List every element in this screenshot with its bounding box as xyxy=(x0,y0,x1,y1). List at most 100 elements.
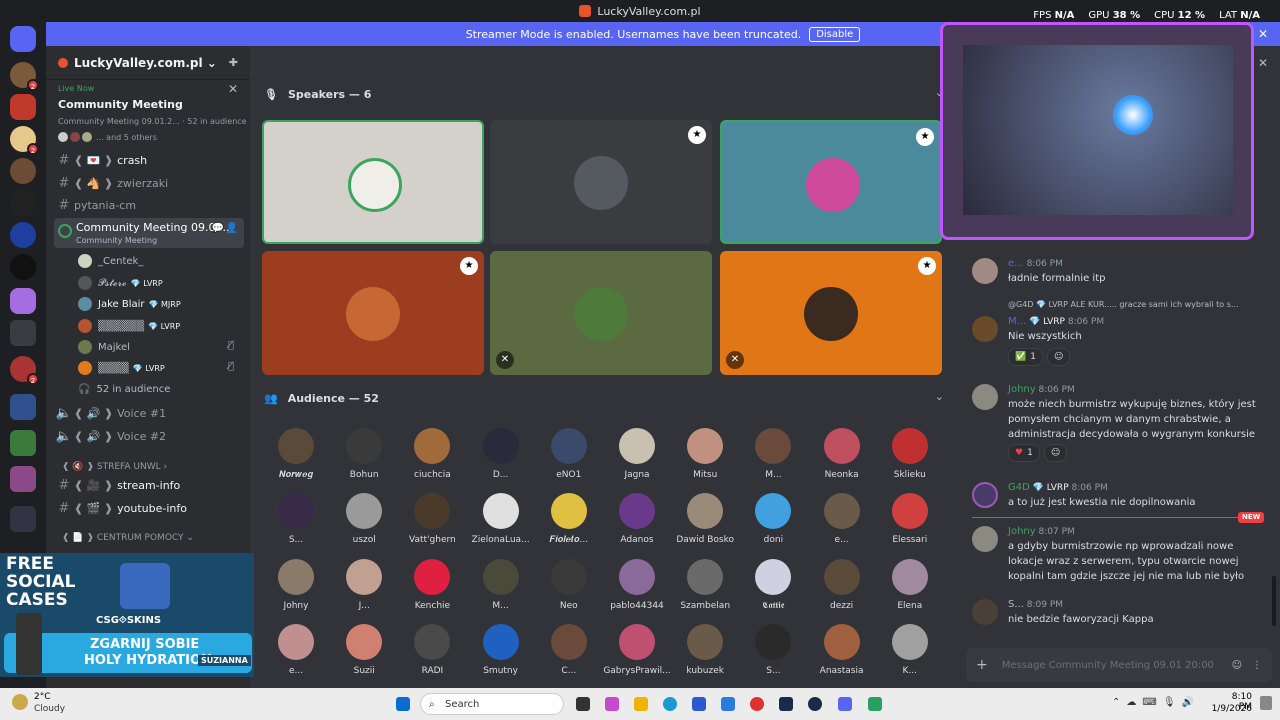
audience-member[interactable]: Jagna xyxy=(603,428,671,490)
channel-zwierzaki[interactable]: # ❰ 🐴 ❱ zwierzaki xyxy=(46,173,250,193)
audience-count-row[interactable]: 🎧 52 in audience xyxy=(78,380,170,398)
category-centrum-pomocy[interactable]: ❰ 📄 ❱ CENTRUM POMOCY ⌄ xyxy=(46,528,250,548)
speaker-tile[interactable] xyxy=(262,120,484,244)
opera-icon[interactable] xyxy=(750,697,764,711)
audience-member[interactable]: ciuchcia xyxy=(398,428,466,490)
channel-crash[interactable]: # ❰ 💌 ❱ crash xyxy=(46,150,250,170)
stage-channel-active[interactable]: Community Meeting 09.01... Community Mee… xyxy=(54,218,244,248)
weather-icon[interactable] xyxy=(12,694,28,710)
audience-member[interactable]: M... xyxy=(467,558,535,621)
stage-user[interactable]: 𝓟𝓼𝓽𝓮𝓻𝓸 💎 LVRP xyxy=(78,274,163,292)
message-composer[interactable]: + Message Community Meeting 09.01 20:00 … xyxy=(966,648,1272,682)
server-icon[interactable]: 2 xyxy=(10,62,39,91)
server-folder-icon[interactable]: 2 xyxy=(10,356,39,385)
voice-channel-2[interactable]: 🔈 ❰ 🔊 ❱ Voice #2 xyxy=(46,426,250,446)
server-icon[interactable] xyxy=(10,190,36,216)
audience-member[interactable]: 𝑵𝒐𝒓𝒘𝒆𝒈 xyxy=(262,428,330,490)
close-panel-icon[interactable]: ✕ xyxy=(1258,56,1268,70)
category-strefa[interactable]: ❰ 🔇 ❱ STREFA UNWL › xyxy=(46,457,250,477)
steam-icon[interactable] xyxy=(808,697,822,711)
add-reaction-icon[interactable]: ☺ xyxy=(1046,348,1071,366)
speaker-tile[interactable]: ★ xyxy=(720,120,942,244)
audience-member[interactable]: ZielonaLua... xyxy=(467,493,535,555)
audience-member[interactable]: J... xyxy=(330,558,398,621)
audience-member[interactable]: pablo44344 xyxy=(603,558,671,621)
chat-scrollbar[interactable] xyxy=(1272,576,1276,626)
stage-user[interactable]: ▒▒▒▒ 💎 LVRP xyxy=(78,359,165,377)
server-folder-icon[interactable] xyxy=(10,466,36,492)
task-view-icon[interactable] xyxy=(576,697,590,711)
audience-member[interactable]: C... xyxy=(535,623,603,686)
audience-member[interactable]: Smutny xyxy=(467,623,535,686)
audience-member[interactable]: Neonka xyxy=(808,428,876,490)
audience-member[interactable]: e... xyxy=(262,623,330,686)
invite-people-icon[interactable]: ✚ xyxy=(229,56,238,69)
system-tray-icons[interactable]: ⌃☁⌨🎙🔊 xyxy=(1112,697,1200,708)
discord-taskbar-icon[interactable] xyxy=(838,697,852,711)
reaction-heart[interactable]: ♥ 1 xyxy=(1008,444,1040,462)
outlook-icon[interactable] xyxy=(721,697,735,711)
audience-member[interactable]: doni xyxy=(739,493,807,555)
audience-member[interactable]: Elessari xyxy=(876,493,944,555)
store-icon[interactable] xyxy=(692,697,706,711)
audience-member[interactable]: Kenchie xyxy=(398,558,466,621)
server-icon[interactable] xyxy=(10,222,36,248)
file-explorer-icon[interactable] xyxy=(634,697,648,711)
audience-member[interactable]: Adanos xyxy=(603,493,671,555)
channel-youtube-info[interactable]: # ❰ 🎬 ❱ youtube-info xyxy=(46,498,250,518)
app-icon[interactable] xyxy=(779,697,793,711)
audience-member[interactable]: D... xyxy=(467,428,535,490)
audience-member[interactable]: K... xyxy=(876,623,944,686)
audience-member[interactable]: Dawid Bosko xyxy=(671,493,739,555)
speaker-tile[interactable]: ★ ✕ xyxy=(720,251,942,375)
audience-member[interactable]: dezzi xyxy=(808,558,876,621)
disable-streamer-mode-button[interactable]: Disable xyxy=(809,26,861,42)
audience-member[interactable]: Suzii xyxy=(330,623,398,686)
server-folder-icon[interactable] xyxy=(10,320,36,346)
audience-member[interactable]: Sklieku xyxy=(876,428,944,490)
speaker-tile[interactable]: ★ xyxy=(262,251,484,375)
edge-icon[interactable] xyxy=(663,697,677,711)
audience-member[interactable]: M... xyxy=(739,428,807,490)
server-folder-icon[interactable] xyxy=(10,506,36,532)
audience-member[interactable]: kubuzek xyxy=(671,623,739,686)
clock-date[interactable]: 1/9/2026 xyxy=(1210,704,1252,714)
audience-member[interactable]: e... xyxy=(808,493,876,555)
audience-member[interactable]: Vatt'ghern xyxy=(398,493,466,555)
windows-start-icon[interactable] xyxy=(396,697,410,711)
server-name-header[interactable]: LuckyValley.com.pl ⌄ ✚ xyxy=(46,46,250,80)
audience-member[interactable]: RADI xyxy=(398,623,466,686)
chat-bubble-icon[interactable]: 💬 xyxy=(212,223,224,234)
chevron-down-icon[interactable]: ⌄ xyxy=(935,390,944,403)
stage-user[interactable]: Majkel xyxy=(78,338,130,356)
server-icon[interactable] xyxy=(10,158,36,184)
server-folder-icon[interactable] xyxy=(10,430,36,456)
audience-member[interactable]: Bohun xyxy=(330,428,398,490)
server-icon[interactable] xyxy=(10,288,36,314)
audience-member[interactable]: Johny xyxy=(262,558,330,621)
speaker-tile[interactable]: ✕ xyxy=(490,251,712,375)
server-icon[interactable] xyxy=(10,254,36,280)
stage-user[interactable]: _Centek_ xyxy=(78,252,143,270)
message-input-placeholder[interactable]: Message Community Meeting 09.01 20:00 xyxy=(1002,660,1214,671)
audience-member[interactable]: 𝑭𝒊𝒐𝒍𝒆𝒕𝒐... xyxy=(535,493,603,555)
audience-member[interactable]: S... xyxy=(739,623,807,686)
server-icon[interactable]: 2 xyxy=(10,126,39,155)
taskbar-search[interactable]: ⌕ Search xyxy=(420,693,564,715)
attach-plus-icon[interactable]: + xyxy=(976,657,988,673)
audience-member[interactable]: Mitsu xyxy=(671,428,739,490)
audience-member[interactable]: uszol xyxy=(330,493,398,555)
discord-home-icon[interactable] xyxy=(10,26,36,52)
audience-member[interactable]: Szambelan xyxy=(671,558,739,621)
emoji-icon[interactable]: ☺ xyxy=(1232,660,1242,671)
app-icon[interactable] xyxy=(868,697,882,711)
reaction-check[interactable]: ✅ 1 xyxy=(1008,348,1043,366)
voice-channel-1[interactable]: 🔈 ❰ 🔊 ❱ Voice #1 xyxy=(46,403,250,423)
live-now-card[interactable]: Live Now Community Meeting Community Mee… xyxy=(46,80,250,150)
audience-member[interactable]: Anastasia xyxy=(808,623,876,686)
channel-stream-info[interactable]: # ❰ 🎥 ❱ stream-info xyxy=(46,475,250,495)
audience-member[interactable]: 𝕮𝖆𝖙𝖙𝖎𝖊 xyxy=(739,558,807,621)
audience-member[interactable]: eNO1 xyxy=(535,428,603,490)
server-icon-luckyvalley[interactable] xyxy=(10,94,36,120)
reply-preview[interactable]: @G4D 💎 LVRP ALE KUR..... gracze sami ich… xyxy=(1008,300,1272,309)
